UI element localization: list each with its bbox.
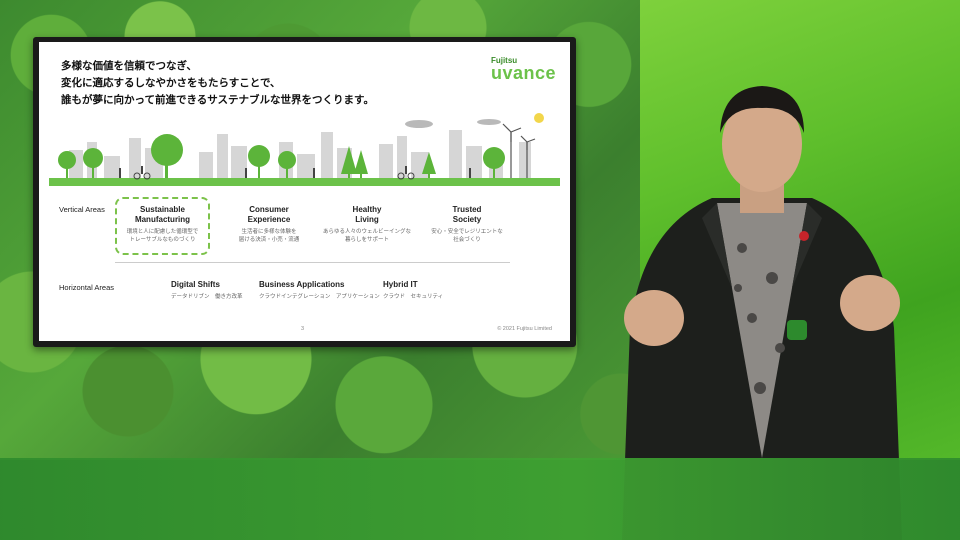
slide-copyright: © 2021 Fujitsu Limited (497, 326, 552, 332)
sustainable-city-illustration (49, 113, 560, 186)
fujitsu-uvance-logo: Fujitsu uvance (490, 56, 556, 83)
areas-divider (115, 262, 510, 263)
vertical-item-consumer-experience: Consumer Experience 生活者に多様な体験を 届ける決済・小売・… (238, 205, 300, 243)
vertical-item-healthy-living: Healthy Living あらゆる人々のウェルビーイングな 暮らしをサポート (322, 205, 411, 243)
vertical-item-trusted-society: Trusted Society 安心・安全でレジリエントな 社会づくり (431, 205, 503, 243)
lower-third-band (0, 458, 960, 540)
slide-page-number: 3 (301, 326, 305, 332)
horizontal-item-hybrid-it: Hybrid IT クラウド セキュリティ (383, 280, 444, 300)
slide-headline: 多様な価値を信頼でつなぎ、 変化に適応するしなやかさをもたらすことで、 誰もが夢… (61, 60, 375, 106)
vertical-areas-label: Vertical Areas (59, 205, 105, 214)
presentation-slide: 多様な価値を信頼でつなぎ、 変化に適応するしなやかさをもたらすことで、 誰もが夢… (39, 42, 570, 341)
vertical-item-sustainable-manufacturing: Sustainable Manufacturing 環境と人に配慮した循環型で … (126, 205, 199, 243)
horizontal-areas-label: Horizontal Areas (59, 283, 115, 292)
presentation-monitor: 多様な価値を信頼でつなぎ、 変化に適応するしなやかさをもたらすことで、 誰もが夢… (33, 37, 576, 347)
horizontal-item-business-applications: Business Applications クラウドインテグレーション アプリケ… (259, 280, 380, 300)
horizontal-item-digital-shifts: Digital Shifts データドリブン 働き方改革 (171, 280, 243, 300)
